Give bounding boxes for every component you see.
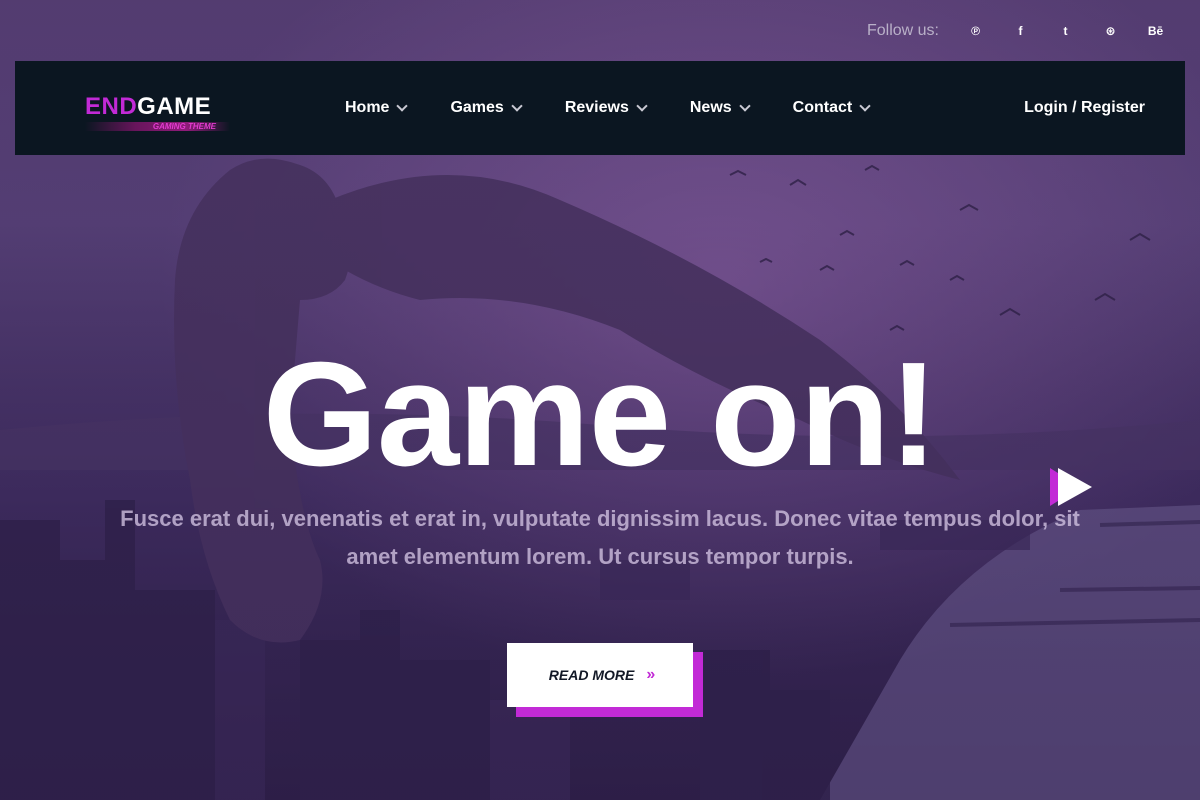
facebook-icon[interactable]: f	[998, 18, 1043, 44]
nav-item-label: Reviews	[564, 99, 629, 116]
behance-icon[interactable]: Bē	[1133, 18, 1178, 44]
twitter-icon[interactable]: t	[1043, 18, 1088, 44]
chevron-down-icon	[739, 99, 751, 112]
nav-item-reviews[interactable]: Reviews	[564, 99, 648, 117]
nav-menu: Home Games Reviews News Contact	[345, 61, 913, 155]
site-logo[interactable]: ENDGAME GAMING THEME	[85, 95, 235, 135]
logo-part-end: END	[85, 93, 138, 120]
chevron-down-icon	[859, 99, 871, 112]
hero-title: Game on!	[262, 332, 939, 497]
hero-subtitle: Fusce erat dui, venenatis et erat in, vu…	[120, 506, 1080, 569]
follow-us-label: Follow us:	[866, 22, 939, 39]
dribbble-icon[interactable]: ⊛	[1088, 18, 1133, 44]
nav-item-label: Contact	[792, 99, 853, 116]
nav-item-games[interactable]: Games	[450, 99, 523, 117]
main-navbar: ENDGAME GAMING THEME Home Games Reviews …	[15, 61, 1185, 155]
nav-item-contact[interactable]: Contact	[792, 99, 871, 117]
read-more-label: READ MORE	[548, 667, 635, 683]
pinterest-icon[interactable]: ℗	[953, 18, 998, 44]
read-more-button-wrapper: READ MORE »	[507, 643, 703, 717]
nav-item-news[interactable]: News	[689, 99, 751, 117]
logo-wordmark: ENDGAME	[85, 95, 235, 119]
chevron-down-icon	[396, 99, 409, 112]
logo-tagline: GAMING THEME	[85, 122, 230, 131]
read-more-button[interactable]: READ MORE »	[507, 643, 693, 707]
chevron-down-icon	[636, 99, 648, 112]
login-register-link[interactable]: Login / Register	[1024, 61, 1145, 155]
nav-item-label: Games	[450, 99, 504, 116]
nav-item-label: News	[689, 99, 732, 116]
nav-item-home[interactable]: Home	[345, 99, 409, 117]
double-chevron-right-icon: »	[646, 666, 655, 683]
logo-part-game: GAME	[137, 93, 212, 120]
nav-item-label: Home	[345, 99, 390, 116]
social-bar: Follow us: ℗ f t ⊛ Bē	[867, 18, 1178, 44]
chevron-down-icon	[511, 99, 523, 112]
